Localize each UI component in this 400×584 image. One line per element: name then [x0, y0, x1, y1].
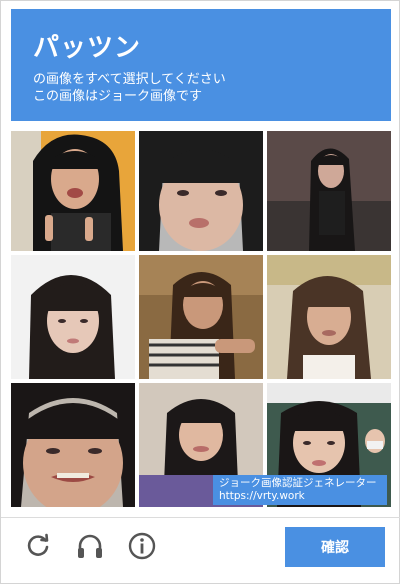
photo-image	[11, 383, 135, 507]
instruction-line-1: の画像をすべて選択してください	[33, 72, 226, 87]
image-tile[interactable]	[139, 131, 263, 251]
image-tile[interactable]	[139, 255, 263, 379]
captcha-widget: パッツン の画像をすべて選択してください この画像はジョーク画像です ジョーク画…	[0, 0, 400, 584]
image-tile[interactable]	[11, 131, 135, 251]
photo-image	[11, 131, 135, 251]
watermark-line-1: ジョーク画像認証ジェネレーター	[219, 477, 377, 489]
image-tile[interactable]	[267, 131, 391, 251]
image-grid	[11, 131, 391, 507]
verify-button[interactable]: 確認	[285, 527, 385, 567]
watermark-line-2: https://vrty.work	[219, 490, 305, 502]
image-tile[interactable]	[11, 255, 135, 379]
footer-divider	[1, 517, 400, 518]
photo-image	[139, 255, 263, 379]
instruction-line-2: この画像はジョーク画像です	[33, 89, 203, 104]
info-icon[interactable]	[127, 531, 157, 561]
target-keyword: パッツン	[33, 33, 142, 63]
image-tile[interactable]	[11, 383, 135, 507]
headphones-icon[interactable]	[75, 531, 105, 561]
watermark-label: ジョーク画像認証ジェネレーター https://vrty.work	[213, 475, 387, 505]
photo-image	[267, 131, 391, 251]
photo-image	[139, 131, 263, 251]
captcha-header: パッツン の画像をすべて選択してください この画像はジョーク画像です	[11, 9, 391, 121]
photo-image	[11, 255, 135, 379]
reload-icon[interactable]	[23, 531, 53, 561]
image-tile[interactable]	[267, 255, 391, 379]
photo-image	[267, 255, 391, 379]
